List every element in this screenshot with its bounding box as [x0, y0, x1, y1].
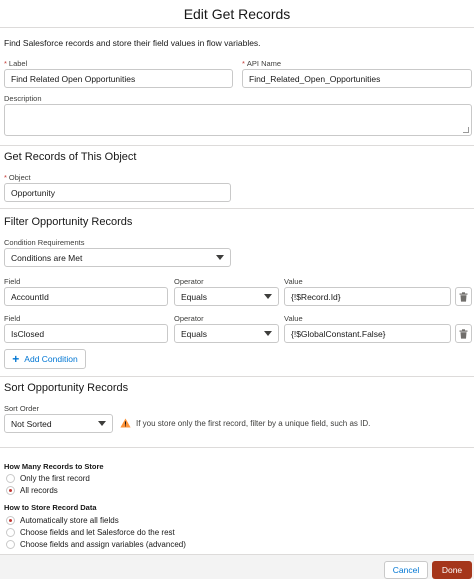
modal-header: Edit Get Records	[0, 0, 474, 28]
value-column-label: Value	[284, 314, 303, 323]
condition-field-input[interactable]: AccountId	[4, 287, 168, 306]
field-column-label: Field	[4, 314, 21, 323]
api-name-field-label: * API Name	[242, 59, 281, 68]
sort-warning: If you store only the first record, filt…	[120, 418, 370, 428]
delete-condition-button[interactable]	[455, 324, 472, 343]
condition-operator-value: Equals	[181, 328, 207, 339]
sort-order-select[interactable]: Not Sorted	[4, 414, 113, 433]
condition-operator-select[interactable]: Equals	[174, 324, 279, 343]
radio-label: All records	[20, 486, 58, 495]
condition-operator-value: Equals	[181, 291, 207, 302]
intro-text: Find Salesforce records and store their …	[4, 38, 261, 48]
condition-requirements-label: Condition Requirements	[4, 238, 85, 247]
how-to-store-heading: How to Store Record Data	[4, 503, 97, 512]
condition-requirements-select[interactable]: Conditions are Met	[4, 248, 231, 267]
object-field-label-text: Object	[8, 173, 31, 182]
operator-column-label: Operator	[174, 314, 204, 323]
filter-section-title: Filter Opportunity Records	[4, 216, 133, 228]
radio-button[interactable]	[6, 474, 15, 483]
sort-section-title: Sort Opportunity Records	[4, 382, 129, 394]
divider	[0, 208, 474, 209]
sort-order-label: Sort Order	[4, 404, 40, 413]
radio-label: Automatically store all fields	[20, 516, 119, 525]
required-mark: *	[4, 173, 7, 182]
value-column-label: Value	[284, 277, 303, 286]
object-field-label: * Object	[4, 173, 31, 182]
trash-icon	[459, 291, 468, 302]
radio-button[interactable]	[6, 528, 15, 537]
divider	[0, 145, 474, 146]
sort-order-value: Not Sorted	[11, 418, 52, 429]
label-input[interactable]: Find Related Open Opportunities	[4, 69, 233, 88]
plus-icon: +	[12, 352, 20, 366]
radio-choose-fields-assign[interactable]: Choose fields and assign variables (adva…	[6, 540, 186, 549]
radio-auto-store-fields[interactable]: Automatically store all fields	[6, 516, 119, 525]
object-input[interactable]: Opportunity	[4, 183, 231, 202]
condition-field-input[interactable]: IsClosed	[4, 324, 168, 343]
api-name-input[interactable]: Find_Related_Open_Opportunities	[242, 69, 472, 88]
add-condition-label: Add Condition	[24, 354, 78, 364]
required-mark: *	[242, 59, 245, 68]
description-label: Description	[4, 94, 42, 103]
radio-label: Choose fields and assign variables (adva…	[20, 540, 186, 549]
radio-label: Only the first record	[20, 474, 90, 483]
operator-column-label: Operator	[174, 277, 204, 286]
radio-label: Choose fields and let Salesforce do the …	[20, 528, 175, 537]
condition-value-input[interactable]: {!$Record.Id}	[284, 287, 451, 306]
condition-value-input[interactable]: {!$GlobalConstant.False}	[284, 324, 451, 343]
description-textarea[interactable]	[4, 104, 472, 136]
label-field-label: * Label	[4, 59, 27, 68]
chevron-down-icon	[98, 421, 106, 426]
warning-icon	[120, 418, 131, 428]
how-many-heading: How Many Records to Store	[4, 462, 104, 471]
condition-requirements-value: Conditions are Met	[11, 252, 83, 263]
radio-only-first-record[interactable]: Only the first record	[6, 474, 90, 483]
label-field-label-text: Label	[8, 59, 28, 68]
done-button[interactable]: Done	[432, 561, 472, 579]
cancel-button[interactable]: Cancel	[384, 561, 428, 579]
field-column-label: Field	[4, 277, 21, 286]
required-mark: *	[4, 59, 7, 68]
chevron-down-icon	[264, 294, 272, 299]
delete-condition-button[interactable]	[455, 287, 472, 306]
add-condition-button[interactable]: + Add Condition	[4, 349, 86, 369]
radio-choose-fields-salesforce[interactable]: Choose fields and let Salesforce do the …	[6, 528, 175, 537]
trash-icon	[459, 328, 468, 339]
modal-title: Edit Get Records	[183, 5, 291, 22]
divider	[0, 376, 474, 377]
chevron-down-icon	[264, 331, 272, 336]
api-name-field-label-text: API Name	[246, 59, 282, 68]
radio-button[interactable]	[6, 540, 15, 549]
radio-all-records[interactable]: All records	[6, 486, 58, 495]
radio-button[interactable]	[6, 516, 15, 525]
sort-warning-text: If you store only the first record, filt…	[136, 418, 371, 428]
object-section-title: Get Records of This Object	[4, 151, 137, 163]
chevron-down-icon	[216, 255, 224, 260]
radio-button[interactable]	[6, 486, 15, 495]
condition-operator-select[interactable]: Equals	[174, 287, 279, 306]
divider	[0, 447, 474, 448]
resize-grip-icon[interactable]	[463, 127, 469, 133]
